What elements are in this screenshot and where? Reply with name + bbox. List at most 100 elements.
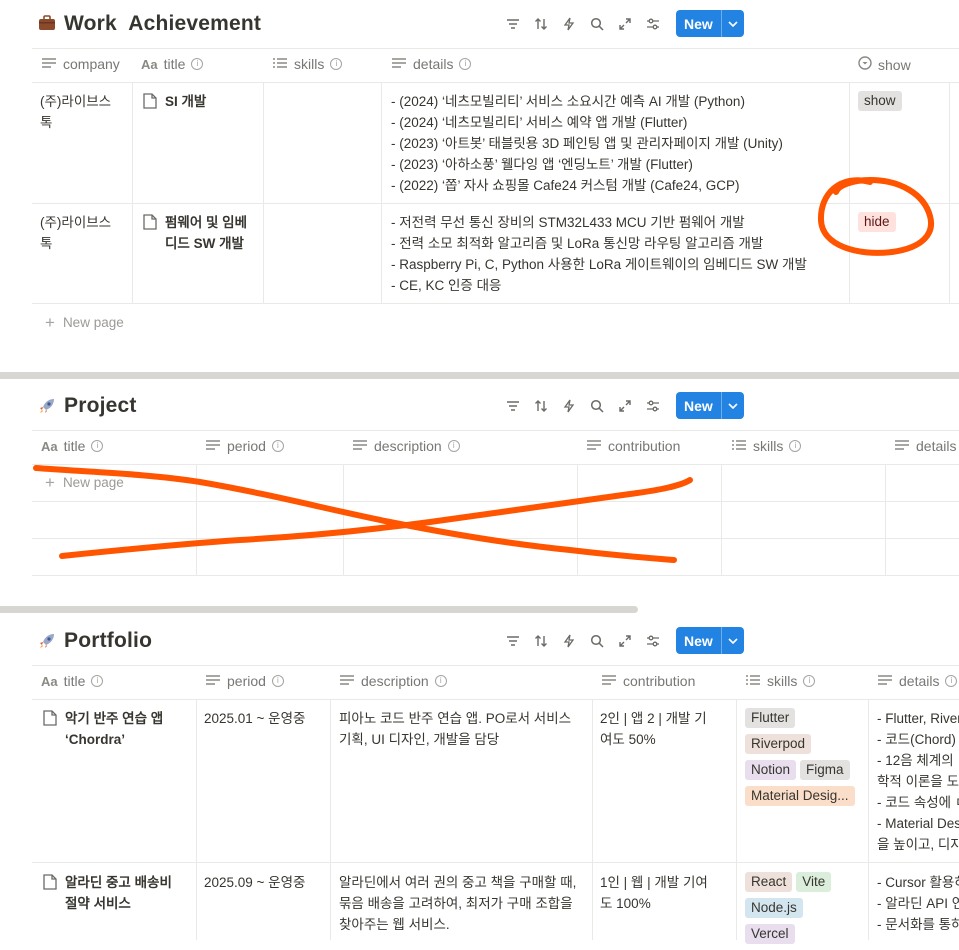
status-badge: show xyxy=(858,91,902,111)
skills-cell[interactable]: Flutter Riverpod Notion Figma Material De… xyxy=(745,708,865,812)
chevron-down-icon[interactable] xyxy=(720,627,744,654)
expand-icon[interactable] xyxy=(614,630,636,652)
filter-icon[interactable] xyxy=(502,395,524,417)
info-icon[interactable]: i xyxy=(803,675,816,687)
column-header-contribution[interactable]: contribution xyxy=(586,438,680,454)
search-icon[interactable] xyxy=(586,630,608,652)
company-cell[interactable]: (주)라이브스 톡 xyxy=(40,91,111,133)
column-header-description[interactable]: description i xyxy=(339,673,447,689)
info-icon[interactable]: i xyxy=(271,440,284,452)
period-cell[interactable]: 2025.01 ~ 운영중 xyxy=(204,708,305,729)
info-icon[interactable]: i xyxy=(434,675,447,687)
detail-line: - (2023) ‘아하소풍’ 웰다잉 앱 ‘엔딩노트’ 개발 (Flutter… xyxy=(391,157,693,172)
details-cell[interactable]: - Flutter, River - 코드(Chord) - 12음 체계의 학… xyxy=(877,708,959,855)
divider xyxy=(132,82,133,303)
column-header-show[interactable]: show xyxy=(858,56,911,73)
column-header-description[interactable]: description i xyxy=(352,438,460,454)
column-header-details[interactable]: details xyxy=(894,438,956,454)
search-icon[interactable] xyxy=(586,395,608,417)
new-page-label: New page xyxy=(62,315,124,330)
details-cell[interactable]: - (2024) ‘네츠모빌리티’ 서비스 소요시간 예측 AI 개발 (Pyt… xyxy=(391,91,783,196)
detail-line: - (2023) ‘아트봇’ 태블릿용 3D 페인팅 앱 및 관리자페이지 개발… xyxy=(391,136,783,151)
column-header-skills[interactable]: skills i xyxy=(731,438,802,454)
divider xyxy=(32,303,959,304)
chevron-down-icon[interactable] xyxy=(720,10,744,37)
text-lines-icon xyxy=(352,439,368,454)
skill-tag: Flutter xyxy=(745,708,796,728)
skills-cell[interactable]: React Vite Node.js Vercel xyxy=(745,872,865,950)
page-title-link[interactable]: 펌웨어 및 임베 디드 SW 개발 xyxy=(165,212,247,254)
contribution-cell[interactable]: 2인 | 앱 2 | 개발 기 여도 50% xyxy=(600,708,707,750)
info-icon[interactable]: i xyxy=(91,440,104,452)
portfolio-db-title[interactable]: Portfolio xyxy=(64,629,152,653)
filter-icon[interactable] xyxy=(502,13,524,35)
new-button[interactable]: New xyxy=(676,392,744,419)
column-label: show xyxy=(878,56,911,73)
column-header-period[interactable]: period i xyxy=(205,673,284,689)
expand-icon[interactable] xyxy=(614,395,636,417)
chevron-down-icon[interactable] xyxy=(720,392,744,419)
automation-icon[interactable] xyxy=(558,395,580,417)
info-icon[interactable]: i xyxy=(459,58,472,70)
filter-icon[interactable] xyxy=(502,630,524,652)
info-icon[interactable]: i xyxy=(945,675,958,687)
column-header-title[interactable]: Aa title i xyxy=(41,673,104,689)
info-icon[interactable]: i xyxy=(271,675,284,687)
info-icon[interactable]: i xyxy=(191,58,204,70)
detail-line: - (2024) ‘네츠모빌리티’ 서비스 소요시간 예측 AI 개발 (Pyt… xyxy=(391,94,745,109)
settings-sliders-icon[interactable] xyxy=(642,13,664,35)
period-cell[interactable]: 2025.09 ~ 운영중 xyxy=(204,872,305,893)
project-db-title[interactable]: Project xyxy=(64,394,137,418)
new-button-label: New xyxy=(684,397,713,414)
show-cell[interactable]: show xyxy=(858,91,906,117)
column-header-period[interactable]: period i xyxy=(205,438,284,454)
new-page-button[interactable]: + New page xyxy=(45,314,124,331)
column-label: period xyxy=(227,438,266,454)
sort-icon[interactable] xyxy=(530,395,552,417)
column-header-contribution[interactable]: contribution xyxy=(601,673,695,689)
column-header-skills[interactable]: skills i xyxy=(745,673,816,689)
automation-icon[interactable] xyxy=(558,630,580,652)
info-icon[interactable]: i xyxy=(91,675,104,687)
details-cell[interactable]: - Cursor 활용하 - 알라딘 API 연 - 문서화를 통하 xyxy=(877,872,959,935)
detail-line: - Flutter, River xyxy=(877,711,959,726)
column-header-title[interactable]: Aa title i xyxy=(141,56,204,72)
info-icon[interactable]: i xyxy=(447,440,460,452)
settings-sliders-icon[interactable] xyxy=(642,630,664,652)
description-cell[interactable]: 알라딘에서 여러 권의 중고 책을 구매할 때, 묶음 배송을 고려하여, 최저… xyxy=(339,872,576,935)
divider xyxy=(32,699,959,700)
rocket-icon xyxy=(38,397,56,418)
text-lines-icon xyxy=(601,674,617,689)
text-lines-icon xyxy=(391,57,407,72)
info-icon[interactable]: i xyxy=(330,58,343,70)
portfolio-toolbar: New xyxy=(502,627,744,654)
settings-sliders-icon[interactable] xyxy=(642,395,664,417)
info-icon[interactable]: i xyxy=(789,440,802,452)
column-label: skills xyxy=(767,673,798,689)
expand-icon[interactable] xyxy=(614,13,636,35)
column-header-company[interactable]: company xyxy=(41,56,120,72)
divider xyxy=(32,430,959,431)
project-toolbar: New xyxy=(502,392,744,419)
column-header-details[interactable]: details i xyxy=(391,56,472,72)
automation-icon[interactable] xyxy=(558,13,580,35)
search-icon[interactable] xyxy=(586,13,608,35)
page-title-link[interactable]: SI 개발 xyxy=(165,91,206,112)
page-title-link[interactable]: 악기 반주 연습 앱 ‘Chordra’ xyxy=(65,708,163,750)
text-lines-icon xyxy=(205,674,221,689)
new-button[interactable]: New xyxy=(676,10,744,37)
sort-icon[interactable] xyxy=(530,13,552,35)
column-header-skills[interactable]: skills i xyxy=(272,56,343,72)
contribution-cell[interactable]: 1인 | 웹 | 개발 기여 도 100% xyxy=(600,872,708,914)
column-header-details[interactable]: details i xyxy=(877,673,958,689)
skill-tag: Riverpod xyxy=(745,734,812,754)
description-cell[interactable]: 피아노 코드 반주 연습 앱. PO로서 서비스 기획, UI 디자인, 개발을… xyxy=(339,708,571,750)
detail-line: - 12음 체계의 xyxy=(877,753,954,768)
new-button[interactable]: New xyxy=(676,627,744,654)
page-title-link[interactable]: 알라딘 중고 배송비 절약 서비스 xyxy=(65,872,172,914)
work-db-title[interactable]: Work Achievement xyxy=(64,12,261,36)
sort-icon[interactable] xyxy=(530,630,552,652)
column-header-title[interactable]: Aa title i xyxy=(41,438,104,454)
details-cell[interactable]: - 저전력 무선 통신 장비의 STM32L433 MCU 기반 펌웨어 개발 … xyxy=(391,212,807,296)
company-cell[interactable]: (주)라이브스 톡 xyxy=(40,212,111,254)
